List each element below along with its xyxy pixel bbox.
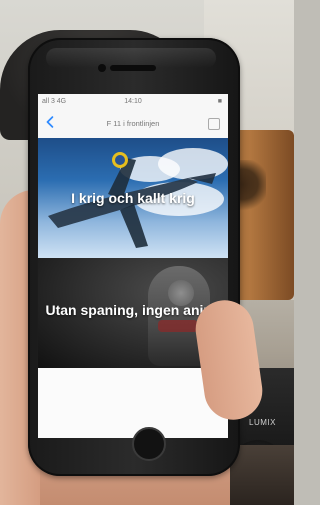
story-card-1-title: I krig och kallt krig bbox=[71, 190, 195, 206]
camera-brand-label: LUMIX bbox=[249, 418, 276, 427]
back-chevron-icon[interactable] bbox=[44, 115, 58, 129]
phone-screen: all 3 4G 14:10 ■ F 11 i frontlinjen I kr… bbox=[38, 94, 228, 438]
earpiece-speaker bbox=[110, 65, 156, 71]
navigation-bar: F 11 i frontlinjen bbox=[38, 110, 228, 139]
status-bar: all 3 4G 14:10 ■ bbox=[38, 94, 228, 110]
pilot-harness bbox=[158, 320, 198, 332]
story-card-1[interactable]: I krig och kallt krig bbox=[38, 138, 228, 258]
front-camera-icon bbox=[98, 64, 106, 72]
home-button[interactable] bbox=[132, 427, 166, 461]
share-icon[interactable] bbox=[208, 118, 220, 130]
nav-title: F 11 i frontlinjen bbox=[106, 119, 160, 128]
battery-icon: ■ bbox=[217, 98, 222, 105]
content-area-empty bbox=[38, 368, 228, 438]
photo-scene: LUMIX all 3 4G 14:10 ■ F 11 i frontlinje… bbox=[0, 0, 294, 505]
status-time: 14:10 bbox=[124, 98, 142, 105]
